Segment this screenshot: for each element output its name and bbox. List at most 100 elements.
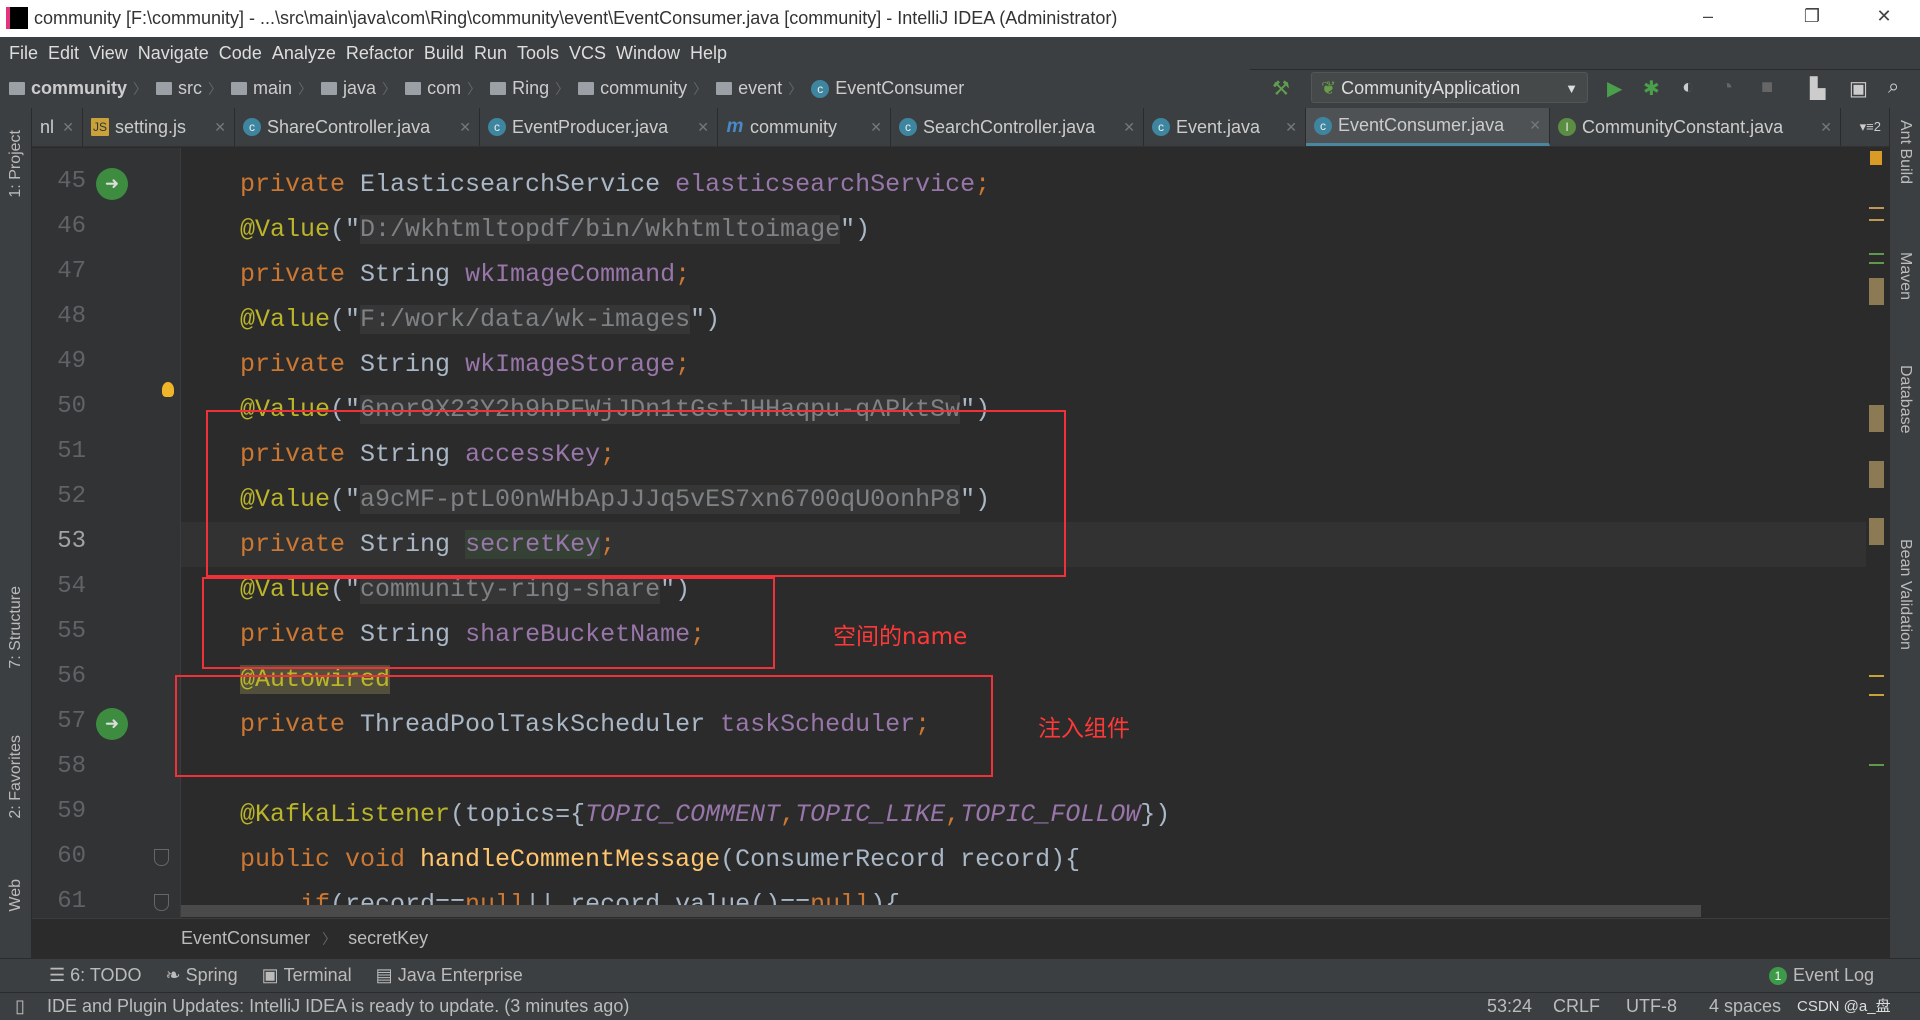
right-tool-bean-validation[interactable]: Bean Validation — [1896, 539, 1914, 650]
status-panel-icon[interactable]: ▯ — [15, 993, 25, 1020]
build-hammer-icon[interactable]: ⚒ — [1272, 76, 1290, 101]
terminal-tool-button[interactable]: ▣ Terminal — [262, 965, 352, 986]
nav-crumb[interactable]: c EventConsumer — [811, 78, 964, 99]
menu-item-edit[interactable]: Edit — [48, 43, 79, 64]
menu-item-build[interactable]: Build — [424, 43, 464, 64]
close-tab-icon[interactable]: ✕ — [691, 119, 709, 136]
web-tool-button[interactable]: Web — [7, 879, 25, 912]
tab-setting-js[interactable]: JS setting.js ✕ — [83, 108, 235, 146]
run-icon[interactable]: ▶ — [1607, 76, 1622, 101]
menu-item-analyze[interactable]: Analyze — [272, 43, 336, 64]
error-stripe-mark[interactable] — [1869, 405, 1884, 432]
close-tab-icon[interactable]: ✕ — [453, 119, 471, 136]
fold-marker-icon[interactable] — [154, 894, 169, 911]
menu-item-tools[interactable]: Tools — [517, 43, 559, 64]
tab-community[interactable]: m community ✕ — [718, 108, 891, 146]
class-icon: c — [1314, 116, 1332, 135]
nav-crumb[interactable]: community 〉 — [578, 78, 707, 99]
error-stripe-mark[interactable] — [1869, 207, 1884, 209]
tab-communityconstant-java[interactable]: I CommunityConstant.java ✕ — [1550, 108, 1841, 146]
nav-crumb[interactable]: event 〉 — [716, 78, 802, 99]
folder-icon — [231, 82, 248, 95]
close-button[interactable]: ✕ — [1866, 6, 1902, 27]
profile-icon[interactable]: ◔ — [1721, 76, 1733, 99]
menu-item-help[interactable]: Help — [690, 43, 727, 64]
java-enterprise-tool-button[interactable]: ▤ Java Enterprise — [376, 965, 523, 986]
menu-item-code[interactable]: Code — [219, 43, 262, 64]
project-structure-icon[interactable]: ▙ — [1810, 76, 1825, 101]
close-tab-icon[interactable]: ✕ — [1523, 117, 1541, 134]
nav-crumb[interactable]: src 〉 — [156, 78, 222, 99]
right-tool-maven[interactable]: Maven — [1896, 252, 1914, 300]
menu-item-run[interactable]: Run — [474, 43, 507, 64]
left-tool-stripe: 1: Project 7: Structure 2: Favorites Web — [0, 108, 32, 992]
run-anything-icon[interactable]: ▣ — [1849, 76, 1868, 101]
nav-crumb[interactable]: java 〉 — [321, 78, 396, 99]
close-tab-icon[interactable]: ✕ — [208, 119, 226, 136]
todo-tool-button[interactable]: ☰ 6: TODO — [49, 965, 142, 986]
line-separator[interactable]: CRLF — [1553, 993, 1600, 1020]
status-message[interactable]: IDE and Plugin Updates: IntelliJ IDEA is… — [47, 993, 629, 1020]
menu-item-vcs[interactable]: VCS — [569, 43, 606, 64]
error-stripe-mark[interactable] — [1869, 253, 1884, 255]
menu-bar: File Edit View Navigate Code Analyze Refactor B… — [0, 37, 1920, 69]
maximize-button[interactable]: ❐ — [1794, 6, 1830, 27]
run-configuration-select[interactable]: ❦ CommunityApplication ▼ — [1311, 72, 1588, 103]
indent-setting[interactable]: 4 spaces — [1709, 993, 1781, 1020]
bean-navigate-icon[interactable]: ➜ — [96, 168, 128, 200]
lightbulb-icon[interactable] — [162, 382, 174, 397]
error-stripe-mark[interactable] — [1869, 278, 1884, 305]
tabs-overflow-button[interactable]: ▾≡2 — [1852, 108, 1889, 146]
inspection-status-icon[interactable] — [1870, 151, 1882, 165]
spring-tool-button[interactable]: ❧ Spring — [166, 965, 238, 986]
error-stripe-mark[interactable] — [1869, 262, 1884, 264]
menu-item-file[interactable]: File — [9, 43, 38, 64]
error-stripe-mark[interactable] — [1869, 694, 1884, 696]
file-encoding[interactable]: UTF-8 — [1626, 993, 1677, 1020]
menu-item-view[interactable]: View — [89, 43, 128, 64]
close-tab-icon[interactable]: ✕ — [56, 119, 74, 136]
close-tab-icon[interactable]: ✕ — [1279, 119, 1297, 136]
nav-crumb[interactable]: community 〉 — [9, 78, 147, 99]
coverage-icon[interactable]: ◐ — [1682, 76, 1694, 99]
caret-position[interactable]: 53:24 — [1487, 993, 1532, 1020]
stop-icon[interactable]: ■ — [1761, 76, 1773, 99]
debug-icon[interactable]: ✱ — [1643, 76, 1660, 101]
right-tool-ant-build[interactable]: Ant Build — [1896, 120, 1914, 184]
tab-sharecontroller-java[interactable]: c ShareController.java ✕ — [235, 108, 480, 146]
menu-item-navigate[interactable]: Navigate — [138, 43, 209, 64]
minimize-button[interactable]: – — [1690, 6, 1726, 27]
search-icon[interactable]: ⌕ — [1888, 76, 1899, 99]
code-token: ; — [975, 170, 991, 199]
menu-item-window[interactable]: Window — [616, 43, 680, 64]
tab-eventproducer-java[interactable]: c EventProducer.java ✕ — [480, 108, 718, 146]
menu-item-refactor[interactable]: Refactor — [346, 43, 414, 64]
tab-event-java[interactable]: c Event.java ✕ — [1144, 108, 1306, 146]
tab-searchcontroller-java[interactable]: c SearchController.java ✕ — [891, 108, 1144, 146]
error-stripe-mark[interactable] — [1869, 219, 1884, 221]
horizontal-scrollbar[interactable] — [181, 905, 1701, 917]
error-stripe-mark[interactable] — [1869, 764, 1884, 766]
breadcrumb-field[interactable]: secretKey — [348, 928, 428, 949]
error-stripe-mark[interactable] — [1869, 461, 1884, 488]
error-stripe-mark[interactable] — [1869, 518, 1884, 545]
error-stripe[interactable] — [1866, 148, 1888, 918]
tab-nl[interactable]: nl ✕ — [32, 108, 83, 146]
code-token: @Value — [240, 215, 331, 244]
error-stripe-mark[interactable] — [1869, 675, 1884, 677]
right-tool-database[interactable]: Database — [1896, 365, 1914, 434]
structure-tool-button[interactable]: 7: Structure — [7, 586, 25, 669]
close-tab-icon[interactable]: ✕ — [1117, 119, 1135, 136]
tab-eventconsumer-java[interactable]: c EventConsumer.java ✕ — [1306, 108, 1550, 146]
nav-crumb[interactable]: com 〉 — [405, 78, 481, 99]
event-log-button[interactable]: 1 Event Log — [1768, 965, 1874, 986]
nav-crumb[interactable]: Ring 〉 — [490, 78, 569, 99]
project-tool-button[interactable]: 1: Project — [7, 130, 25, 198]
breadcrumb-class[interactable]: EventConsumer — [181, 928, 310, 949]
close-tab-icon[interactable]: ✕ — [864, 119, 882, 136]
fold-marker-icon[interactable] — [154, 849, 169, 866]
favorites-tool-button[interactable]: 2: Favorites — [7, 735, 25, 819]
close-tab-icon[interactable]: ✕ — [1814, 119, 1832, 136]
nav-crumb[interactable]: main 〉 — [231, 78, 312, 99]
bean-navigate-icon[interactable]: ➜ — [96, 708, 128, 740]
